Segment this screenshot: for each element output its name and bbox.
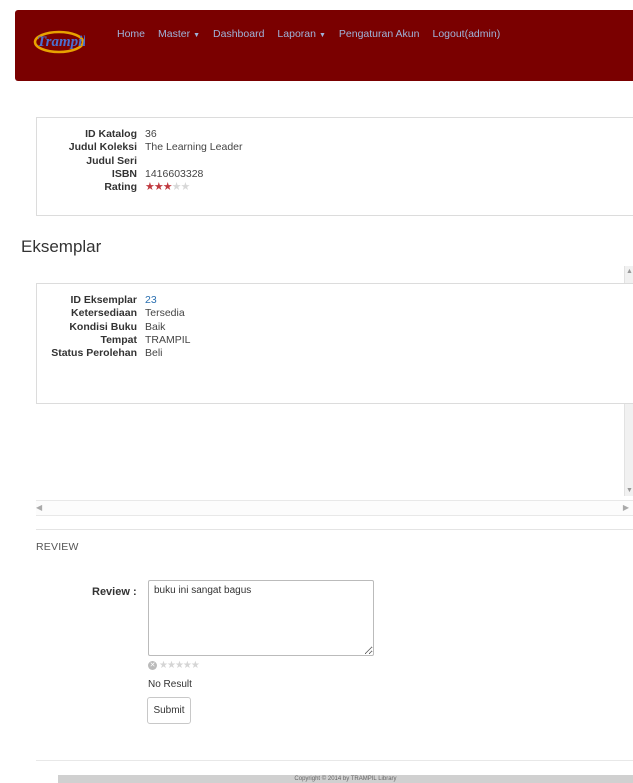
field-label: Ketersediaan [71, 307, 137, 320]
field-value: Tersedia [145, 307, 185, 320]
scroll-right-icon[interactable]: ▶ [623, 503, 629, 512]
field-label: ID Katalog [85, 128, 137, 140]
nav-dashboard[interactable]: Dashboard [213, 28, 264, 40]
rating-result-text: No Result [148, 679, 192, 690]
star-filled-icon: ★ [153, 181, 164, 194]
star-empty-icon[interactable]: ★ [167, 660, 176, 671]
field-value: 36 [145, 128, 157, 140]
nav-logout[interactable]: Logout(admin) [432, 28, 500, 40]
trampil-logo[interactable]: Trampil [33, 22, 85, 58]
scroll-left-icon[interactable]: ◀ [36, 503, 42, 512]
catalog-row-id: ID Katalog 36 [37, 128, 633, 141]
star-empty-icon[interactable]: ★ [183, 660, 192, 671]
review-label: Review : [92, 586, 137, 598]
catalog-row-rating: Rating ★ ★ ★ ★ ★ [37, 181, 633, 194]
navbar: Trampil Home Master ▼ Dashboard Laporan ▼ … [15, 10, 633, 81]
nav-menu: Home Master ▼ Dashboard Laporan ▼ Pengatur… [117, 28, 513, 40]
field-label: Status Perolehan [51, 347, 137, 360]
star-rating-input[interactable]: ★★★★★ [159, 660, 200, 671]
footer-copyright: Copyright © 2014 by TRAMPIL Library [58, 775, 633, 783]
eksemplar-row-id: ID Eksemplar 23 [37, 294, 633, 307]
eksemplar-row-condition: Kondisi Buku Baik [37, 321, 633, 334]
star-filled-icon: ★ [162, 181, 173, 194]
footer-divider [36, 760, 633, 761]
eksemplar-row-availability: Ketersediaan Tersedia [37, 307, 633, 320]
nav-master[interactable]: Master ▼ [158, 28, 200, 40]
catalog-row-isbn: ISBN 1416603328 [37, 168, 633, 181]
field-value: The Learning Leader [145, 141, 243, 154]
field-value: 1416603328 [145, 167, 204, 180]
eksemplar-id-link[interactable]: 23 [145, 294, 157, 307]
cancel-rating-icon[interactable]: ✕ [148, 661, 157, 670]
logo-text: Trampil [37, 34, 85, 50]
field-label: ISBN [111, 167, 137, 180]
field-label: Judul Koleksi [68, 141, 137, 154]
eksemplar-row-place: Tempat TRAMPIL [37, 334, 633, 347]
eksemplar-panel: ID Eksemplar 23 Ketersediaan Tersedia Ko… [36, 283, 633, 404]
field-value: Baik [145, 320, 166, 333]
field-value: TRAMPIL [145, 333, 191, 346]
scroll-down-icon[interactable]: ▼ [626, 487, 633, 494]
star-filled-icon: ★ [145, 181, 155, 194]
catalog-panel: ID Katalog 36 Judul Koleksi The Learning… [36, 117, 633, 216]
eksemplar-details: ID Eksemplar 23 Ketersediaan Tersedia Ko… [37, 294, 633, 360]
field-label: ID Eksemplar [70, 294, 137, 306]
scroll-up-icon[interactable]: ▲ [626, 268, 633, 275]
review-rating-input[interactable]: ✕ ★★★★★ [148, 660, 200, 671]
nav-laporan[interactable]: Laporan ▼ [277, 28, 325, 40]
eksemplar-heading: Eksemplar [21, 237, 102, 256]
nav-home[interactable]: Home [117, 28, 145, 40]
field-label: Tempat [100, 333, 137, 346]
caret-down-icon: ▼ [318, 32, 326, 39]
star-empty-icon: ★ [180, 181, 191, 194]
divider [36, 529, 633, 530]
star-empty-icon[interactable]: ★ [191, 660, 200, 671]
field-label: Rating [104, 181, 137, 194]
eksemplar-row-acquisition: Status Perolehan Beli [37, 347, 633, 360]
star-rating: ★ ★ ★ ★ ★ [145, 181, 191, 194]
star-empty-icon: ★ [171, 181, 182, 194]
star-empty-icon[interactable]: ★ [159, 660, 168, 671]
catalog-details: ID Katalog 36 Judul Koleksi The Learning… [37, 128, 633, 194]
review-heading: REVIEW [36, 541, 79, 553]
field-label: Kondisi Buku [69, 320, 137, 333]
review-textarea[interactable]: buku ini sangat bagus [148, 580, 374, 656]
field-label: Judul Seri [86, 154, 137, 167]
submit-button[interactable]: Submit [147, 697, 191, 724]
catalog-row-series: Judul Seri [37, 155, 633, 168]
caret-down-icon: ▼ [193, 32, 201, 39]
rating-stars: ★ ★ ★ ★ ★ [145, 181, 191, 194]
star-empty-icon[interactable]: ★ [175, 660, 184, 671]
nav-pengaturan-akun[interactable]: Pengaturan Akun [339, 28, 420, 40]
horizontal-scrollbar[interactable]: ◀ ▶ [36, 500, 633, 516]
field-value: Beli [145, 347, 163, 360]
catalog-row-title: Judul Koleksi The Learning Leader [37, 141, 633, 154]
